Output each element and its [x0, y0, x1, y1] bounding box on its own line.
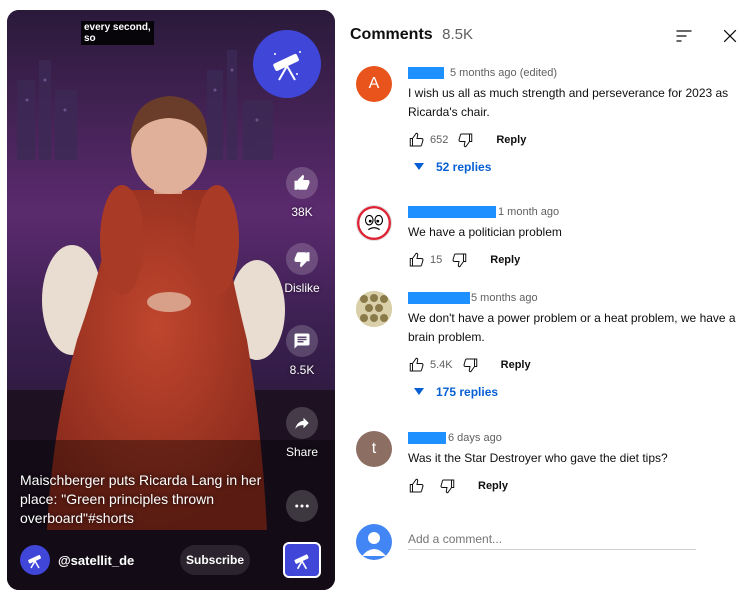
view-replies-button[interactable]: 52 replies [414, 160, 748, 174]
comment-icon [294, 333, 310, 349]
thumbs-down-outline-icon[interactable] [438, 477, 456, 495]
channel-badge[interactable] [253, 30, 321, 98]
reply-button[interactable]: Reply [496, 134, 526, 146]
caret-down-icon [414, 163, 424, 170]
comment-text: We don't have a power problem or a heat … [408, 311, 736, 344]
thumbs-up-outline-icon[interactable] [408, 477, 426, 495]
shorts-comments-view: every second, so 38K Dislike 8.5K Share … [0, 0, 754, 592]
redacted-author [408, 432, 446, 444]
dislike-label: Dislike [284, 281, 320, 295]
redacted-author [408, 206, 496, 218]
channel-avatar[interactable] [20, 545, 50, 575]
redacted-author [408, 292, 470, 304]
view-replies-button[interactable]: 175 replies [414, 385, 748, 399]
telescope-icon [273, 51, 301, 81]
comment-text: Was it the Star Destroyer who gave the d… [408, 451, 668, 465]
avatar-letter: A [368, 75, 380, 92]
default-user-icon [362, 532, 386, 556]
thumbs-down-outline-icon[interactable] [456, 131, 474, 149]
comment-avatar[interactable]: t [356, 431, 392, 467]
comment-time: 5 months ago [471, 292, 538, 304]
comment-time: 5 months ago (edited) [450, 67, 558, 79]
telescope-icon [294, 554, 309, 570]
redacted-author [408, 67, 444, 79]
video-player[interactable]: every second, so 38K Dislike 8.5K Share … [7, 10, 335, 590]
thumbs-down-icon [294, 252, 310, 268]
replies-count: 175 replies [436, 385, 499, 399]
replies-count: 52 replies [436, 160, 492, 174]
close-icon[interactable] [720, 26, 740, 46]
like-count: 38K [291, 205, 313, 219]
comment-time: 1 month ago [498, 206, 560, 218]
thumbs-up-icon [294, 174, 310, 190]
comment-text: We have a politician problem [408, 225, 562, 239]
thumbs-up-outline-icon[interactable] [408, 356, 426, 374]
comment-avatar[interactable] [356, 205, 392, 241]
channel-handle[interactable]: @satellit_de [58, 553, 134, 568]
share-label: Share [285, 445, 319, 459]
reply-button[interactable]: Reply [490, 254, 520, 266]
caret-down-icon [414, 388, 424, 395]
add-comment-row [356, 524, 754, 560]
dislike-action[interactable]: Dislike [279, 243, 325, 295]
comments-button[interactable] [286, 325, 318, 357]
channel-bar: @satellit_de Subscribe [20, 542, 330, 578]
share-action[interactable]: Share [279, 407, 325, 459]
pattern-avatar-icon [356, 291, 392, 327]
comment-like-count: 5.4K [430, 359, 453, 371]
video-title[interactable]: Maischberger puts Ricarda Lang in her pl… [20, 471, 265, 528]
sound-thumbnail[interactable] [283, 542, 321, 578]
thumbs-up-outline-icon[interactable] [408, 251, 426, 269]
avatar-letter: t [371, 440, 377, 457]
add-comment-input[interactable] [408, 528, 696, 550]
sort-icon[interactable] [674, 26, 694, 46]
cartoon-face-icon [357, 206, 391, 240]
video-caption: every second, so [81, 21, 154, 45]
like-action[interactable]: 38K [279, 167, 325, 219]
comments-count: 8.5K [289, 363, 315, 377]
reply-button[interactable]: Reply [478, 480, 508, 492]
thumbs-down-outline-icon[interactable] [461, 356, 479, 374]
comments-header-count: 8.5K [442, 26, 473, 43]
share-icon [295, 417, 309, 429]
comments-title: Comments [350, 26, 433, 43]
more-button[interactable] [286, 490, 318, 522]
thumbs-up-outline-icon[interactable] [408, 131, 426, 149]
thumbs-down-outline-icon[interactable] [450, 251, 468, 269]
comment-like-count: 652 [430, 134, 449, 146]
share-button[interactable] [286, 407, 318, 439]
reply-button[interactable]: Reply [501, 359, 531, 371]
comment-text: I wish us all as much strength and perse… [408, 86, 729, 119]
user-avatar [356, 524, 392, 560]
comments-action[interactable]: 8.5K [279, 325, 325, 377]
subscribe-button[interactable]: Subscribe [180, 545, 250, 575]
comment-time: 6 days ago [448, 432, 502, 444]
comment-avatar[interactable]: A [356, 66, 392, 102]
telescope-icon [28, 554, 41, 569]
like-button[interactable] [286, 167, 318, 199]
more-horizontal-icon [295, 504, 309, 508]
comments-header: Comments 8.5K [350, 26, 754, 46]
dislike-button[interactable] [286, 243, 318, 275]
comment-avatar[interactable] [356, 291, 392, 327]
more-action[interactable] [279, 490, 325, 522]
comment-like-count: 15 [430, 254, 443, 266]
